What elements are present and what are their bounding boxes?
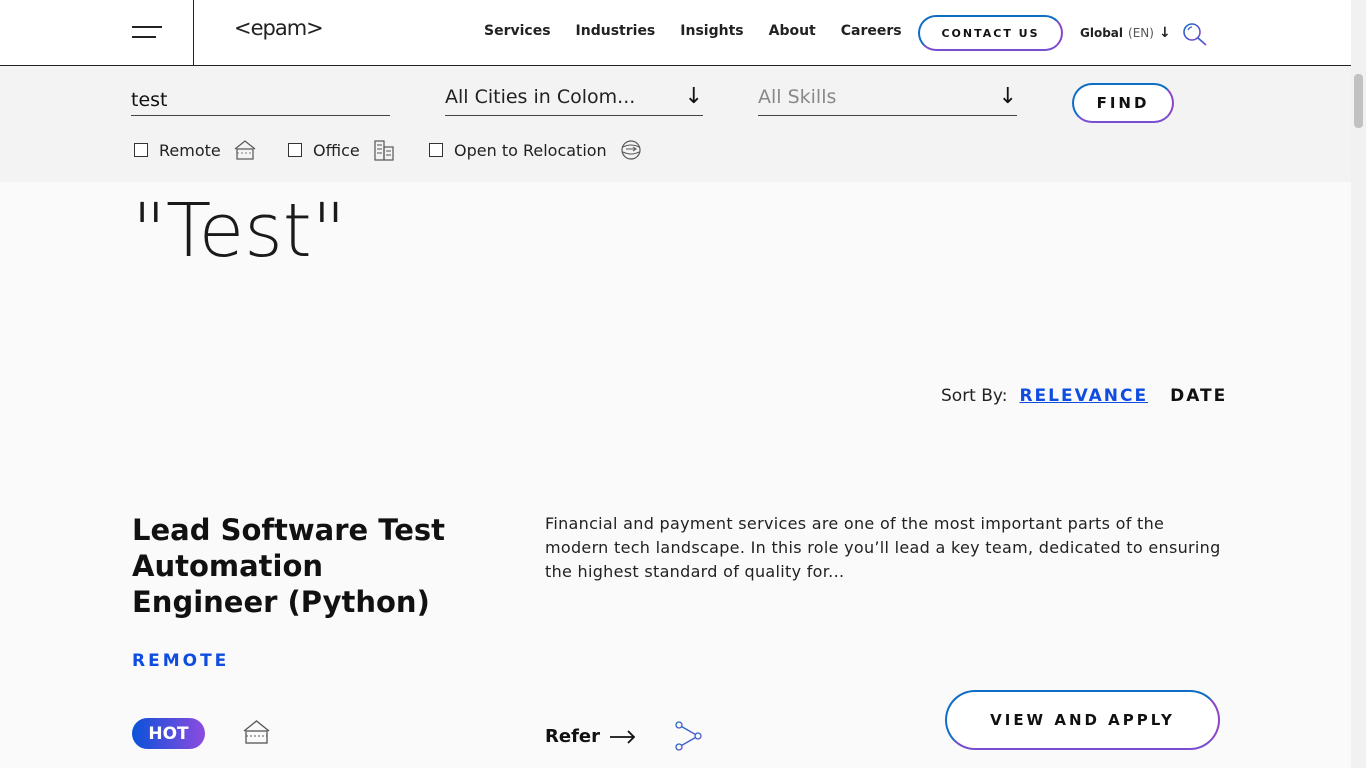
page-scrollbar[interactable] (1351, 0, 1366, 768)
relocation-checkbox[interactable]: Open to Relocation (429, 139, 643, 161)
skills-select-placeholder: All Skills (758, 86, 837, 108)
remote-checkbox-box[interactable] (134, 143, 148, 157)
scroll-thumb[interactable] (1354, 74, 1363, 128)
relocation-checkbox-box[interactable] (429, 143, 443, 157)
skills-select[interactable]: All Skills ↓ (758, 84, 1017, 116)
sort-relevance-link[interactable]: RELEVANCE (1019, 386, 1148, 406)
office-checkbox[interactable]: Office (288, 139, 396, 161)
office-building-icon (374, 140, 394, 161)
job-location: REMOTE (132, 651, 230, 671)
refer-link[interactable]: Refer (545, 726, 636, 747)
main-nav: Services Industries Insights About Caree… (484, 23, 902, 39)
relocation-checkbox-label: Open to Relocation (454, 140, 607, 160)
job-description: Financial and payment services are one o… (545, 514, 1221, 581)
nav-careers[interactable]: Careers (841, 23, 902, 39)
remote-checkbox-label: Remote (159, 140, 221, 160)
page-heading: "Test" (132, 188, 346, 274)
header-divider (193, 0, 194, 65)
arrow-right-icon (609, 729, 636, 744)
find-button[interactable]: FIND (1072, 83, 1174, 123)
nav-insights[interactable]: Insights (680, 23, 743, 39)
job-title[interactable]: Lead Software Test Automation Engineer (… (132, 512, 462, 620)
office-checkbox-box[interactable] (288, 143, 302, 157)
search-icon[interactable] (1182, 22, 1208, 46)
language-selector[interactable]: Global (EN) ↓ (1080, 25, 1171, 41)
arrow-down-icon: ↓ (1158, 25, 1171, 41)
nav-industries[interactable]: Industries (576, 23, 656, 39)
refer-label: Refer (545, 726, 600, 747)
epam-logo[interactable]: <epam> (234, 16, 324, 40)
sort-date-link[interactable]: DATE (1170, 386, 1227, 406)
nav-services[interactable]: Services (484, 23, 551, 39)
menu-icon[interactable] (132, 24, 162, 40)
hot-badge: HOT (132, 718, 205, 749)
globe-relocation-icon (621, 140, 641, 160)
arrow-down-icon: ↓ (684, 84, 703, 109)
nav-about[interactable]: About (769, 23, 816, 39)
site-header: <epam> Services Industries Insights Abou… (0, 0, 1351, 66)
sort-label: Sort By: (941, 386, 1008, 406)
home-icon (234, 140, 256, 160)
keyword-search-input[interactable] (131, 84, 390, 116)
city-select[interactable]: All Cities in Colom... ↓ (445, 84, 703, 116)
contact-us-button[interactable]: CONTACT US (918, 15, 1063, 51)
share-icon[interactable] (673, 721, 703, 751)
lang-code: (EN) (1128, 26, 1154, 40)
home-icon (243, 720, 270, 744)
lang-region: Global (1080, 26, 1124, 40)
view-and-apply-button[interactable]: VIEW AND APPLY (945, 690, 1220, 750)
city-select-value: All Cities in Colom... (445, 86, 636, 108)
sort-controls: Sort By: RELEVANCE DATE (941, 386, 1227, 406)
remote-checkbox[interactable]: Remote (134, 139, 257, 161)
office-checkbox-label: Office (313, 140, 360, 160)
arrow-down-icon: ↓ (998, 84, 1017, 109)
